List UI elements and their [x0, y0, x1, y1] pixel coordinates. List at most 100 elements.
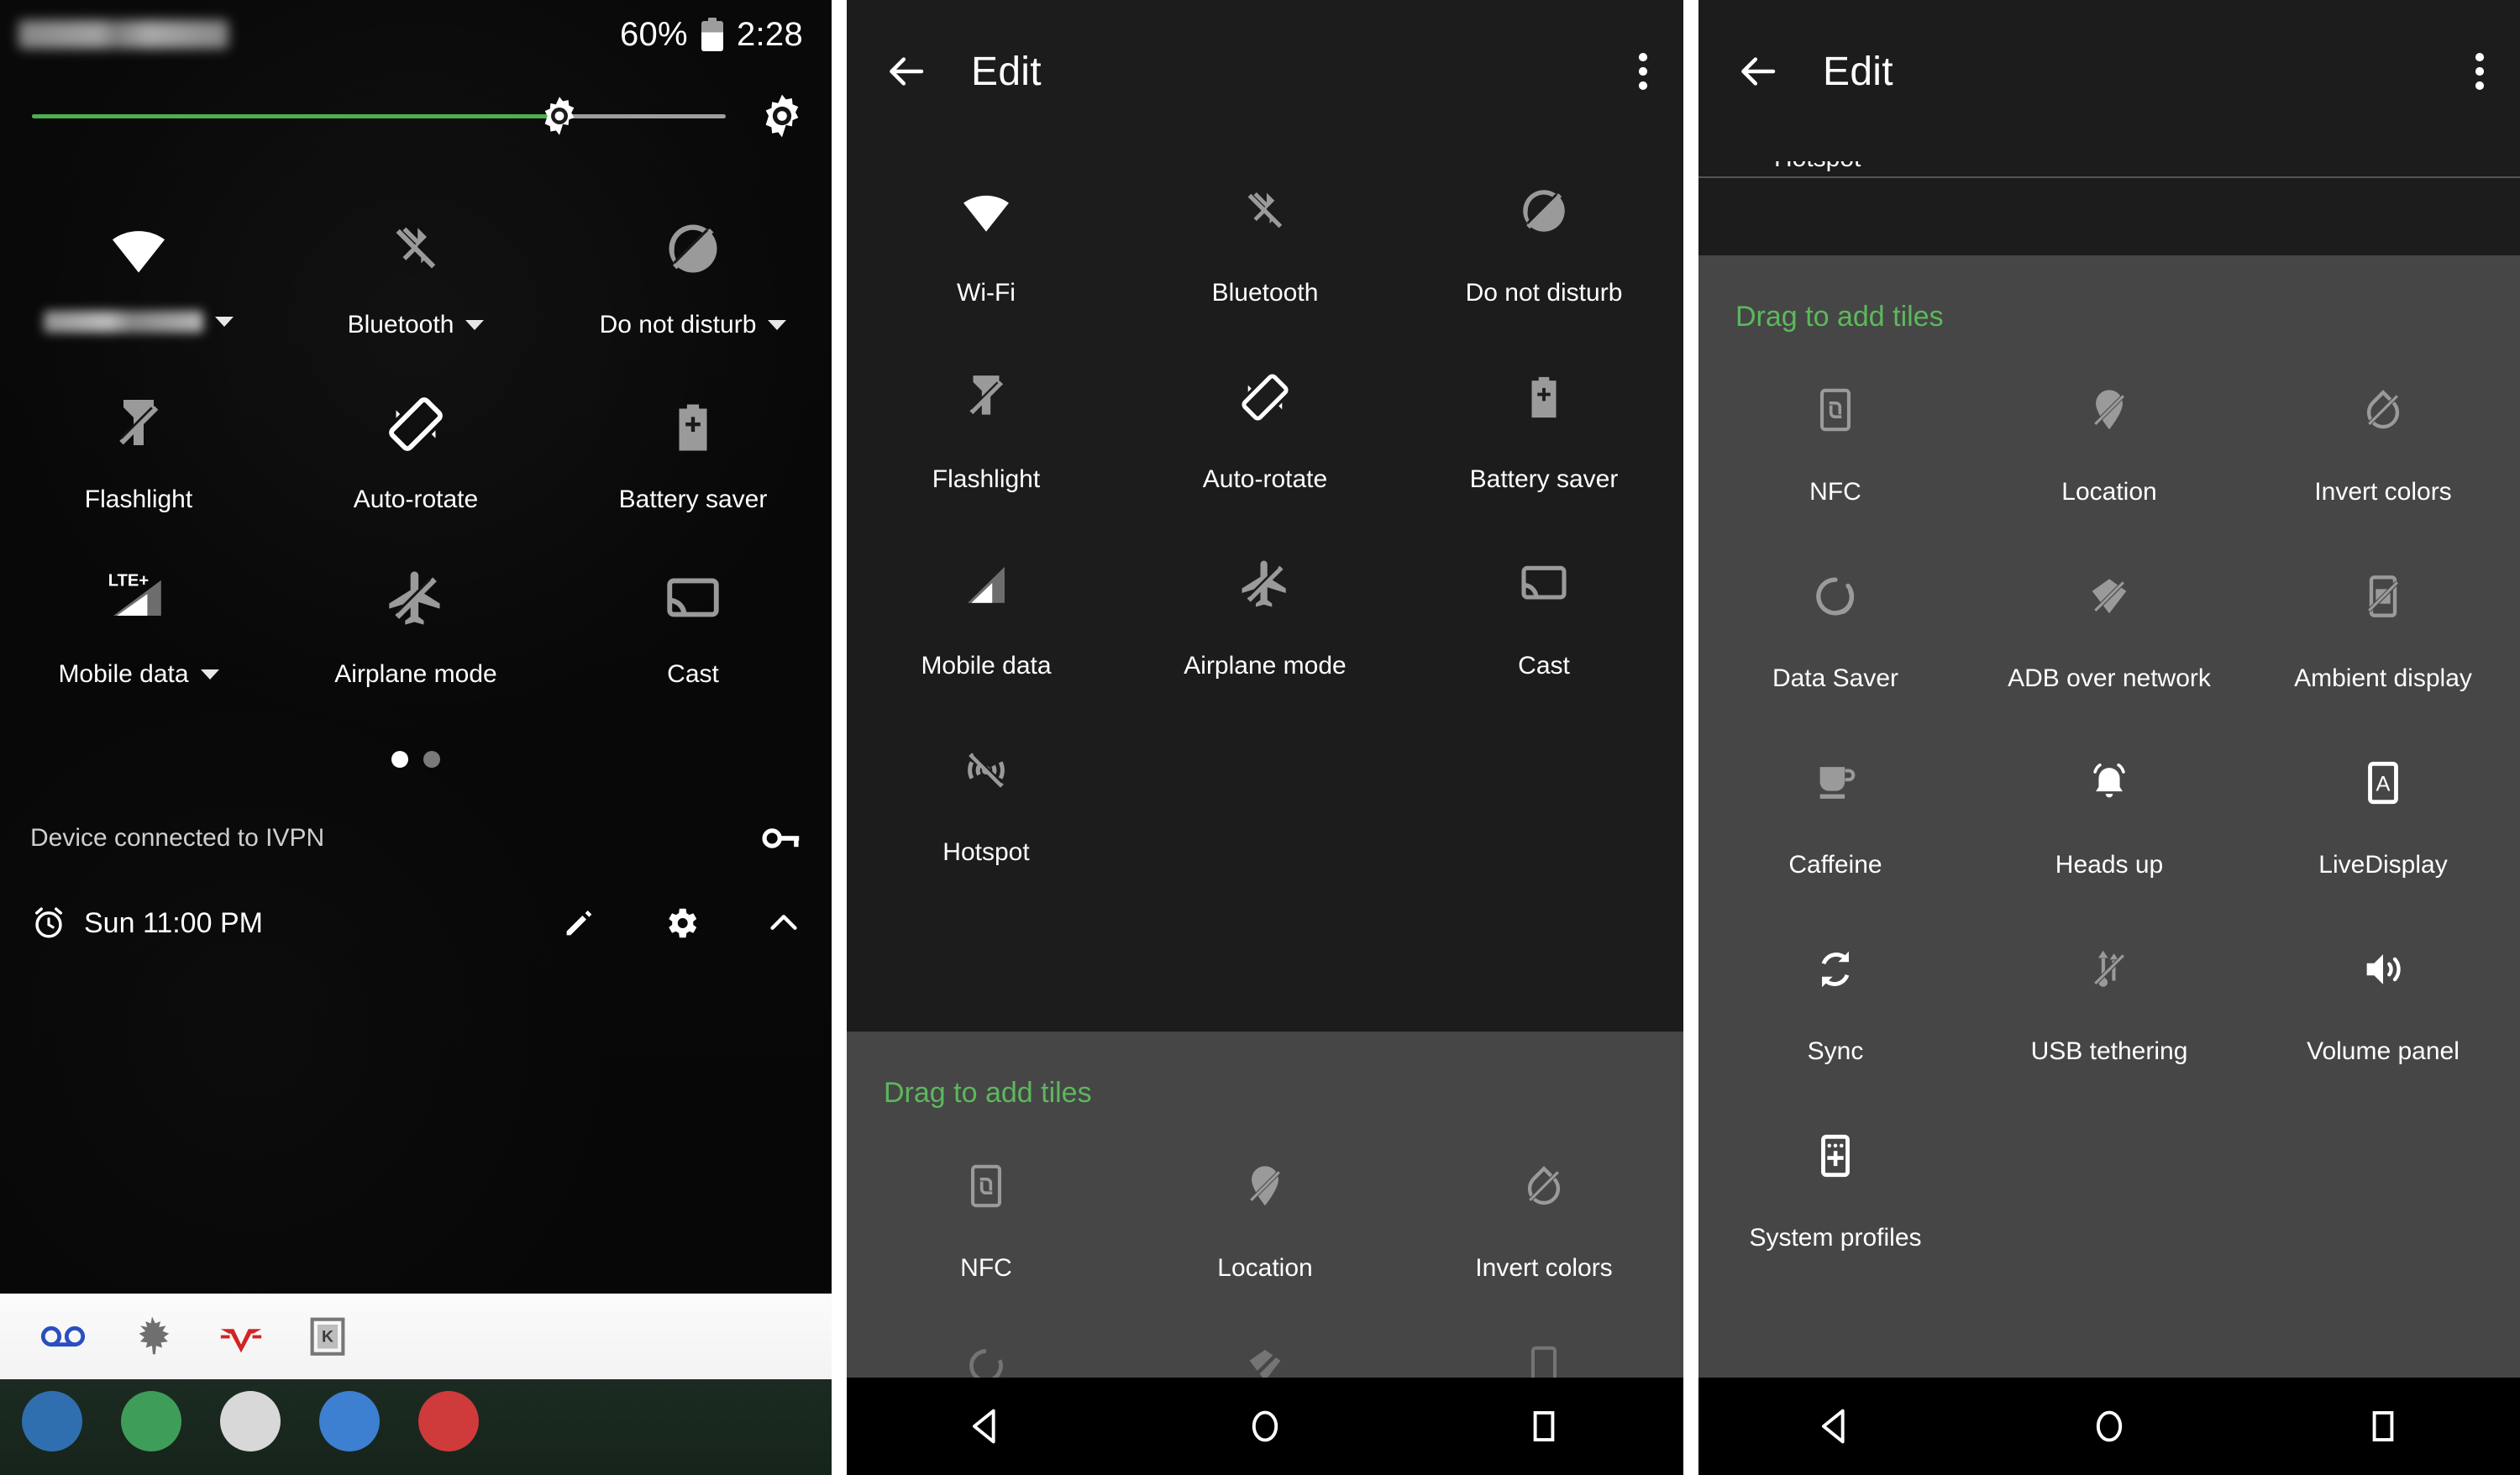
- overflow-menu-icon[interactable]: [1636, 47, 1650, 96]
- edit-tile-row-3: Mobile data Airplane mode Cast: [847, 516, 1683, 702]
- edit-tile-hotspot[interactable]: Hotspot: [847, 702, 1126, 889]
- available-tile-nfc[interactable]: NFC: [1698, 342, 1972, 528]
- signal-icon: [960, 551, 1012, 617]
- edit-tile-auto-rotate[interactable]: Auto-rotate: [1126, 329, 1404, 516]
- brightness-slider[interactable]: [32, 97, 726, 135]
- recents-square-icon[interactable]: [2361, 1404, 2405, 1448]
- vpn-status-row[interactable]: Device connected to IVPN: [0, 798, 832, 879]
- tile-row-3: LTE+ Mobile data Airplane mode Cast: [0, 529, 832, 704]
- edit-tile-battery-saver[interactable]: Battery saver: [1404, 329, 1683, 516]
- tile-do-not-disturb[interactable]: Do not disturb: [554, 180, 832, 354]
- back-triangle-icon[interactable]: [964, 1404, 1008, 1448]
- available-tile-usb-tethering[interactable]: USB tethering: [1972, 901, 2246, 1088]
- notification-icons-bar: K: [0, 1294, 832, 1379]
- edit-tile-row-1: Wi-Fi Bluetooth Do not disturb: [847, 143, 1683, 329]
- data-saver-icon: [1811, 564, 1860, 629]
- tile-bluetooth[interactable]: Bluetooth: [277, 180, 554, 354]
- available-tile-row-1: NFC Location Invert colors: [847, 1118, 1683, 1304]
- edit-tile-mobile-data[interactable]: Mobile data: [847, 516, 1126, 702]
- edit-tile-bluetooth[interactable]: Bluetooth: [1126, 143, 1404, 329]
- status-bar-right: 60% 2:28: [620, 16, 803, 54]
- available-tile-sync[interactable]: Sync: [1698, 901, 1972, 1088]
- drag-to-add-header: Drag to add tiles: [1735, 301, 1944, 333]
- home-circle-icon[interactable]: [1243, 1404, 1287, 1448]
- page-dot[interactable]: [423, 751, 440, 768]
- drag-to-add-section: Drag to add tiles NFC Location Invert co…: [847, 1031, 1683, 1386]
- k-badge-icon[interactable]: K: [306, 1312, 349, 1361]
- page-indicator-dots: [0, 751, 832, 768]
- pencil-icon[interactable]: [559, 904, 598, 942]
- available-tile-caffeine[interactable]: Caffeine: [1698, 715, 1972, 901]
- edit-tile-cast[interactable]: Cast: [1404, 516, 1683, 702]
- alarm-info[interactable]: Sun 11:00 PM: [30, 905, 263, 942]
- available-tile-volume-panel[interactable]: Volume panel: [2246, 901, 2520, 1088]
- home-app-icon[interactable]: [22, 1391, 82, 1451]
- recents-square-icon[interactable]: [1522, 1404, 1566, 1448]
- overflow-menu-icon[interactable]: [2473, 47, 2486, 96]
- available-tile-heads-up[interactable]: Heads up: [1972, 715, 2246, 901]
- available-tile-invert-colors[interactable]: Invert colors: [1404, 1118, 1683, 1304]
- gear-icon[interactable]: [662, 904, 701, 942]
- edit-tile-wifi[interactable]: Wi-Fi: [847, 143, 1126, 329]
- maple-leaf-icon[interactable]: [128, 1312, 176, 1361]
- tile-flashlight[interactable]: Flashlight: [0, 354, 277, 529]
- chevron-down-icon[interactable]: [215, 317, 234, 327]
- home-app-icon[interactable]: [418, 1391, 479, 1451]
- back-triangle-icon[interactable]: [1814, 1404, 1857, 1448]
- available-tile-data-saver[interactable]: Data Saver: [1698, 528, 1972, 715]
- edit-tile-label: Flashlight: [932, 465, 1041, 493]
- home-app-icon[interactable]: [319, 1391, 380, 1451]
- available-tile-row-2: Data Saver ADB over network Ambient disp…: [1698, 528, 2520, 715]
- available-tile-adb[interactable]: ADB over network: [1972, 528, 2246, 715]
- carrier-name-blurred: [18, 20, 228, 49]
- page-dot-active[interactable]: [391, 751, 408, 768]
- available-tile-ambient-display[interactable]: Ambient display: [2246, 528, 2520, 715]
- tile-mobile-data[interactable]: LTE+ Mobile data: [0, 529, 277, 704]
- tile-wifi[interactable]: [0, 180, 277, 354]
- available-tile-invert-colors[interactable]: Invert colors: [2246, 342, 2520, 528]
- tile-auto-rotate[interactable]: Auto-rotate: [277, 354, 554, 529]
- wifi-ssid-blurred: [44, 311, 203, 333]
- voicemail-icon[interactable]: [39, 1312, 87, 1361]
- chevron-down-icon[interactable]: [768, 320, 787, 330]
- edit-tile-empty: [1126, 702, 1404, 889]
- airplane-off-icon: [1237, 551, 1293, 617]
- chevron-down-icon[interactable]: [465, 320, 485, 330]
- edit-dark-section: Edit Wi-Fi Bluetooth Do not disturb Flas…: [847, 0, 1683, 1031]
- tile-cast[interactable]: Cast: [554, 529, 832, 704]
- edit-title: Edit: [971, 49, 1042, 94]
- tile-airplane-mode[interactable]: Airplane mode: [277, 529, 554, 704]
- edit-tile-label: Do not disturb: [1465, 279, 1623, 307]
- flashlight-off-icon: [960, 365, 1012, 430]
- svg-text:K: K: [322, 1328, 333, 1346]
- sync-icon: [1811, 937, 1860, 1002]
- tile-battery-saver[interactable]: Battery saver: [554, 354, 832, 529]
- edit-tile-airplane[interactable]: Airplane mode: [1126, 516, 1404, 702]
- available-tile-livedisplay[interactable]: A LiveDisplay: [2246, 715, 2520, 901]
- red-v-icon[interactable]: [217, 1312, 265, 1361]
- tile-airplane-label: Airplane mode: [334, 660, 496, 689]
- home-app-icon[interactable]: [220, 1391, 281, 1451]
- back-arrow-icon[interactable]: [1735, 49, 1781, 94]
- available-tile-label: USB tethering: [2030, 1037, 2188, 1065]
- edit-tile-empty: [1404, 702, 1683, 889]
- home-circle-icon[interactable]: [2087, 1404, 2131, 1448]
- available-tile-label: Location: [1217, 1254, 1313, 1282]
- available-tile-label: System profiles: [1749, 1224, 1922, 1252]
- edit-tile-flashlight[interactable]: Flashlight: [847, 329, 1126, 516]
- available-tile-system-profiles[interactable]: System profiles: [1698, 1088, 1972, 1274]
- ambient-display-off-icon: [2359, 564, 2407, 629]
- edit-tile-dnd[interactable]: Do not disturb: [1404, 143, 1683, 329]
- available-tile-nfc[interactable]: NFC: [847, 1118, 1126, 1304]
- caffeine-icon: [1811, 750, 1860, 816]
- available-tile-location[interactable]: Location: [1126, 1118, 1404, 1304]
- tile-label-text: Bluetooth: [347, 311, 454, 339]
- brightness-settings-gear-icon[interactable]: [758, 92, 806, 140]
- tile-label-text: Battery saver: [618, 486, 768, 513]
- home-app-icon[interactable]: [121, 1391, 181, 1451]
- available-tile-location[interactable]: Location: [1972, 342, 2246, 528]
- brightness-thumb-sun-icon[interactable]: [538, 94, 581, 138]
- chevron-up-icon[interactable]: [764, 904, 803, 942]
- chevron-down-icon[interactable]: [200, 669, 219, 680]
- back-arrow-icon[interactable]: [884, 49, 929, 94]
